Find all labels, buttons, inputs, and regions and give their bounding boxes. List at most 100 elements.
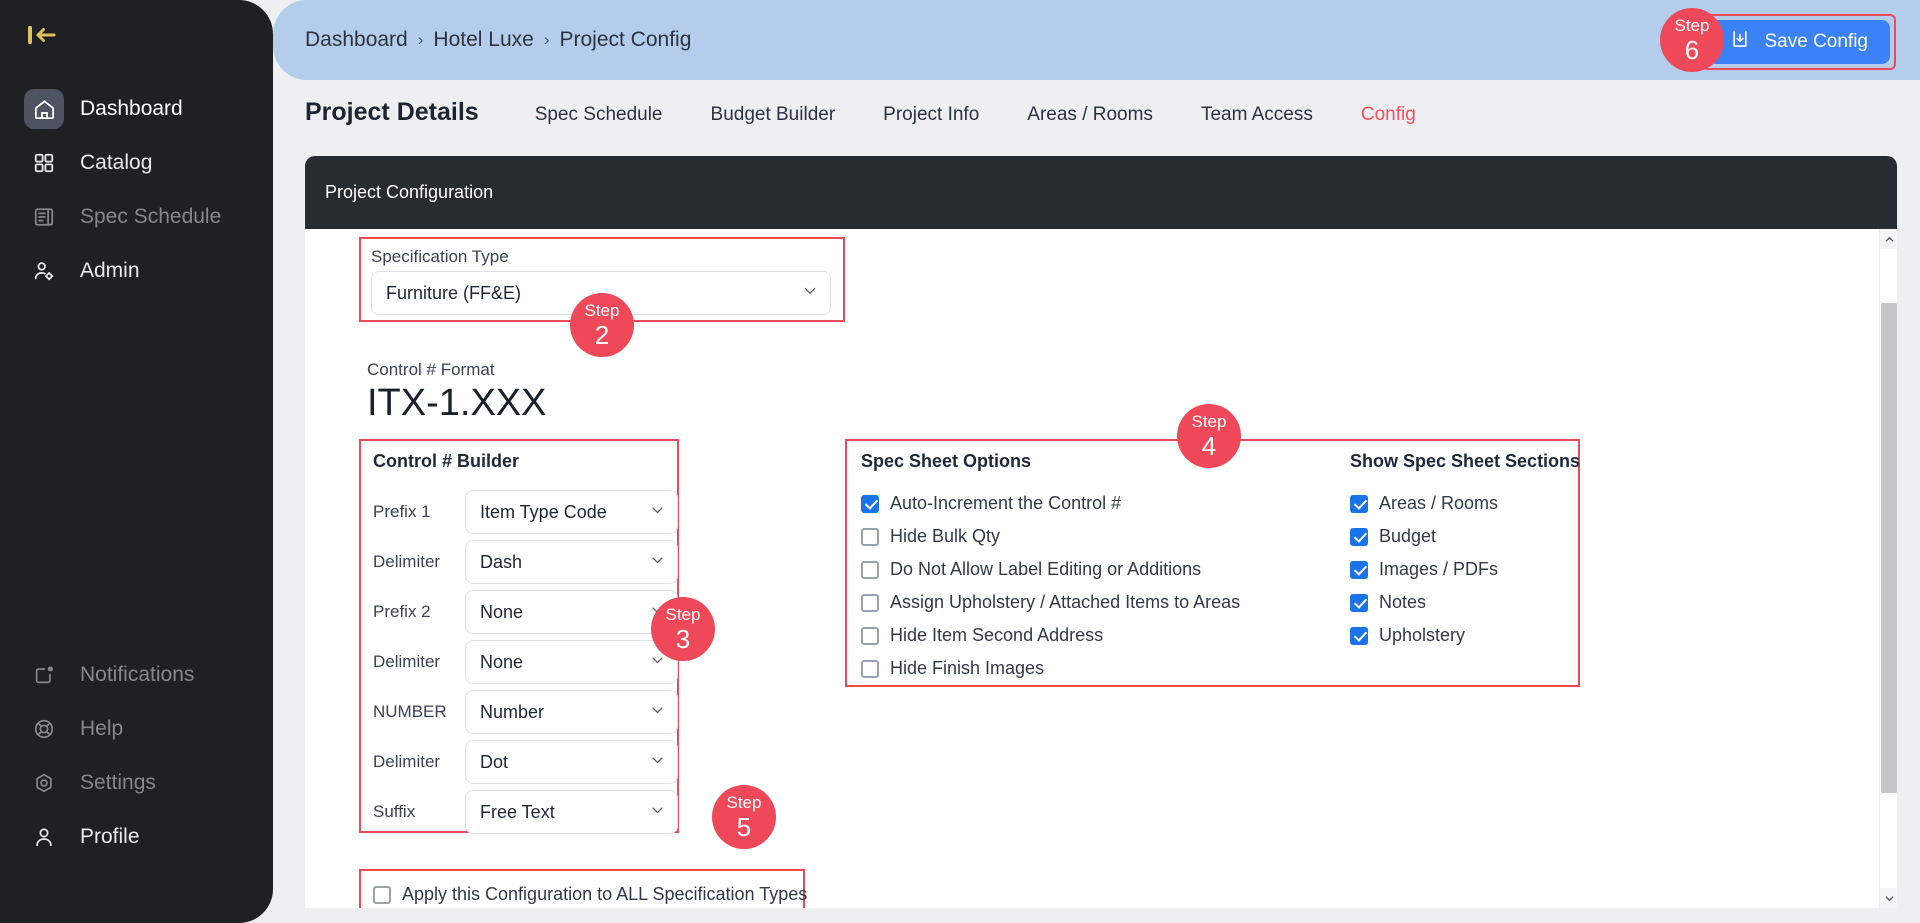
- step-word: Step: [1674, 16, 1710, 35]
- breadcrumb-separator-icon: ›: [543, 30, 550, 49]
- checkbox-row-notes[interactable]: Notes: [1350, 586, 1498, 619]
- checkbox-row-hide-second-address[interactable]: Hide Item Second Address: [861, 619, 1240, 652]
- checkbox-icon[interactable]: [1350, 527, 1368, 546]
- sidebar-item-label: Help: [80, 717, 124, 740]
- grid-icon: [24, 143, 64, 183]
- checkbox-icon[interactable]: [1350, 593, 1368, 612]
- person-icon: [24, 817, 64, 857]
- save-config-highlight: Save Config: [1702, 14, 1896, 70]
- checkbox-row-auto-increment[interactable]: Auto-Increment the Control #: [861, 487, 1240, 520]
- sidebar-item-spec-schedule[interactable]: Spec Schedule: [0, 190, 273, 244]
- checkbox-label: Assign Upholstery / Attached Items to Ar…: [890, 592, 1241, 612]
- checkbox-label: Auto-Increment the Control #: [890, 493, 1122, 513]
- builder-row-select-prefix-2[interactable]: None: [465, 590, 678, 634]
- gear-icon: [24, 763, 64, 803]
- checkbox-row-hide-bulk-qty[interactable]: Hide Bulk Qty: [861, 520, 1240, 553]
- checkbox-icon[interactable]: [861, 593, 879, 612]
- builder-row-label: Delimiter: [373, 552, 441, 571]
- spec-sheet-options-list: Auto-Increment the Control # Hide Bulk Q…: [861, 487, 1240, 685]
- sidebar-item-catalog[interactable]: Catalog: [0, 136, 273, 190]
- sidebar-primary-nav: Dashboard Catalog Spec Schedule Admin: [0, 82, 273, 298]
- scroll-down-icon[interactable]: [1880, 888, 1897, 908]
- control-builder-title: Control # Builder: [373, 451, 520, 471]
- sidebar-item-profile[interactable]: Profile: [0, 810, 273, 864]
- builder-row: Delimiter Dash: [373, 537, 678, 587]
- checkbox-icon[interactable]: [861, 560, 879, 579]
- builder-row-select-suffix[interactable]: Free Text: [465, 790, 678, 834]
- sidebar-item-label: Notifications: [80, 663, 195, 686]
- tab-areas-rooms[interactable]: Areas / Rooms: [1027, 104, 1179, 126]
- sidebar-item-notifications[interactable]: Notifications: [0, 648, 273, 702]
- card-body: Specification Type Furniture (FF&E) Cont…: [305, 229, 1897, 908]
- tab-bar: Project Details Spec Schedule Budget Bui…: [305, 98, 1464, 127]
- app-root: Dashboard Catalog Spec Schedule Admin No…: [0, 0, 1920, 923]
- scrollbar-thumb[interactable]: [1881, 303, 1897, 793]
- builder-row-select-number[interactable]: Number: [465, 690, 678, 734]
- checkbox-icon[interactable]: [1350, 560, 1368, 579]
- sidebar-item-dashboard[interactable]: Dashboard: [0, 82, 273, 136]
- sidebar-item-label: Admin: [80, 259, 140, 282]
- breadcrumb: Dashboard › Hotel Luxe › Project Config: [305, 28, 691, 52]
- chevron-down-icon: [802, 283, 818, 304]
- life-ring-icon: [24, 709, 64, 749]
- step-number: 4: [1201, 431, 1217, 461]
- breadcrumb-item-hotel-luxe[interactable]: Hotel Luxe: [433, 28, 533, 52]
- vertical-scrollbar[interactable]: [1879, 229, 1897, 908]
- checkbox-icon[interactable]: [1350, 626, 1368, 645]
- checkbox-row-budget[interactable]: Budget: [1350, 520, 1498, 553]
- builder-row-value: None: [480, 651, 524, 672]
- builder-row-value: Dash: [480, 551, 523, 572]
- checkbox-row-areas-rooms[interactable]: Areas / Rooms: [1350, 487, 1498, 520]
- chevron-down-icon: [650, 502, 665, 523]
- tab-config[interactable]: Config: [1361, 104, 1442, 126]
- spec-sheet-options-title: Spec Sheet Options: [861, 451, 1032, 471]
- step-number: 5: [736, 812, 752, 842]
- checkbox-row-upholstery[interactable]: Upholstery: [1350, 619, 1498, 652]
- checkbox-label: Hide Finish Images: [890, 658, 1045, 678]
- control-builder-rows: Prefix 1 Item Type Code Delimiter Dash P…: [373, 487, 678, 837]
- checkbox-icon[interactable]: [373, 885, 391, 904]
- sidebar-secondary-nav: Notifications Help Settings Profile: [0, 648, 273, 864]
- scroll-up-icon[interactable]: [1880, 229, 1897, 249]
- checkbox-icon[interactable]: [861, 626, 879, 645]
- builder-row: Delimiter None: [373, 637, 678, 687]
- builder-row-value: Number: [480, 701, 545, 722]
- builder-row-label: Delimiter: [373, 652, 441, 671]
- checkbox-icon[interactable]: [861, 659, 879, 678]
- step-number: 6: [1684, 35, 1700, 65]
- checkbox-row-assign-upholstery[interactable]: Assign Upholstery / Attached Items to Ar…: [861, 586, 1240, 619]
- breadcrumb-item-dashboard[interactable]: Dashboard: [305, 28, 408, 52]
- checkbox-row-no-label-editing[interactable]: Do Not Allow Label Editing or Additions: [861, 553, 1240, 586]
- sidebar-item-help[interactable]: Help: [0, 702, 273, 756]
- checkbox-row-images-pdfs[interactable]: Images / PDFs: [1350, 553, 1498, 586]
- checkbox-row-apply-all[interactable]: Apply this Configuration to ALL Specific…: [373, 878, 807, 908]
- builder-row: Delimiter Dot: [373, 737, 678, 787]
- builder-row: NUMBER Number: [373, 687, 678, 737]
- checkbox-icon[interactable]: [1350, 494, 1368, 513]
- step-number: 2: [594, 320, 610, 350]
- builder-row-label: NUMBER: [373, 702, 447, 721]
- builder-row-select-prefix-1[interactable]: Item Type Code: [465, 490, 678, 534]
- builder-row-select-delimiter-1[interactable]: Dash: [465, 540, 678, 584]
- builder-row-select-delimiter-3[interactable]: Dot: [465, 740, 678, 784]
- chevron-down-icon: [650, 752, 665, 773]
- builder-row-value: Free Text: [480, 801, 555, 822]
- save-disk-icon: [1730, 29, 1750, 55]
- save-config-button[interactable]: Save Config: [1708, 20, 1890, 64]
- tab-budget-builder[interactable]: Budget Builder: [711, 104, 862, 126]
- checkbox-row-hide-finish-images[interactable]: Hide Finish Images: [861, 652, 1240, 685]
- sidebar-item-admin[interactable]: Admin: [0, 244, 273, 298]
- builder-row-select-delimiter-2[interactable]: None: [465, 640, 678, 684]
- collapse-sidebar-icon[interactable]: [26, 22, 62, 48]
- checkbox-icon[interactable]: [861, 494, 879, 513]
- tab-team-access[interactable]: Team Access: [1201, 104, 1339, 126]
- tab-spec-schedule[interactable]: Spec Schedule: [535, 104, 689, 126]
- checkbox-icon[interactable]: [861, 527, 879, 546]
- step-word: Step: [665, 605, 701, 624]
- step-badge-2: Step 2: [570, 293, 634, 357]
- breadcrumb-item-project-config[interactable]: Project Config: [559, 28, 691, 52]
- sidebar-item-settings[interactable]: Settings: [0, 756, 273, 810]
- builder-row-label: Suffix: [373, 802, 416, 821]
- tab-project-info[interactable]: Project Info: [883, 104, 1005, 126]
- spec-sheet-sections-list: Areas / Rooms Budget Images / PDFs Notes…: [1350, 487, 1498, 652]
